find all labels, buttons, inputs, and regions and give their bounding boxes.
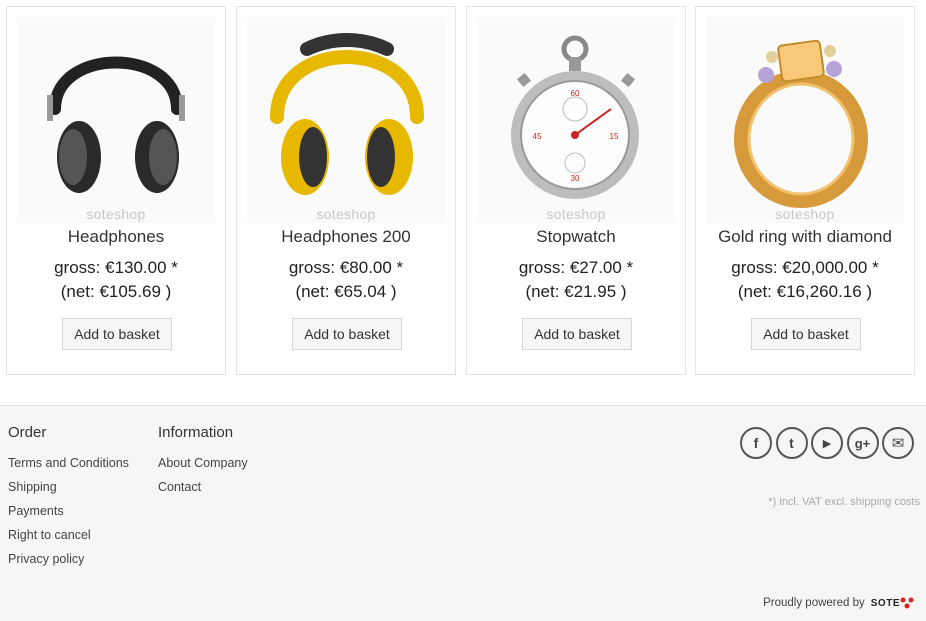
footer-link-right-to-cancel[interactable]: Right to cancel bbox=[8, 527, 129, 543]
net-price: (net: €16,260.16 ) bbox=[737, 282, 873, 301]
gross-price: gross: €130.00 * bbox=[54, 258, 178, 277]
product-card: soteshop Headphones 200 gross: €80.00 * … bbox=[236, 6, 456, 375]
facebook-icon[interactable]: f bbox=[740, 427, 772, 459]
add-to-basket-button[interactable]: Add to basket bbox=[62, 318, 172, 350]
footer-link-about-company[interactable]: About Company bbox=[158, 455, 248, 471]
footer-information-title: Information bbox=[158, 424, 234, 441]
powered-by: Proudly powered by SOTE bbox=[763, 597, 914, 609]
footer-link-privacy-policy[interactable]: Privacy policy bbox=[8, 551, 129, 567]
powered-by-text: Proudly powered by bbox=[763, 597, 865, 609]
add-to-basket-button[interactable]: Add to basket bbox=[751, 318, 861, 350]
product-image[interactable]: soteshop bbox=[17, 17, 215, 223]
mail-icon[interactable]: ✉ bbox=[882, 427, 914, 459]
sote-logo[interactable]: SOTE bbox=[871, 598, 900, 609]
svg-text:60: 60 bbox=[571, 89, 580, 98]
youtube-icon[interactable]: ▶ bbox=[811, 427, 843, 459]
twitter-icon[interactable]: t bbox=[775, 427, 808, 459]
vat-note: *) incl. VAT excl. shipping costs bbox=[768, 496, 920, 508]
product-name[interactable]: Headphones bbox=[7, 227, 225, 247]
net-price: (net: €105.69 ) bbox=[60, 282, 172, 301]
add-to-basket-button[interactable]: Add to basket bbox=[522, 318, 632, 350]
product-image[interactable]: soteshop bbox=[706, 17, 904, 223]
product-image[interactable]: soteshop bbox=[247, 17, 445, 223]
net-price: (net: €65.04 ) bbox=[295, 282, 397, 301]
footer-information-column: Information About Company Contact bbox=[158, 424, 248, 503]
footer-link-contact[interactable]: Contact bbox=[158, 479, 248, 495]
product-card: soteshop Headphones gross: €130.00 * (ne… bbox=[6, 6, 226, 375]
svg-text:30: 30 bbox=[571, 174, 580, 183]
product-card: 60 30 45 15 soteshop Stopwatch gross: €2… bbox=[466, 6, 686, 375]
footer-link-terms[interactable]: Terms and Conditions bbox=[8, 455, 129, 471]
add-to-basket-button[interactable]: Add to basket bbox=[292, 318, 402, 350]
svg-text:15: 15 bbox=[610, 132, 619, 141]
google-plus-icon[interactable]: g+ bbox=[846, 427, 879, 459]
watermark: soteshop bbox=[546, 206, 606, 222]
social-links: f t ▶ g+ ✉ bbox=[740, 427, 918, 459]
footer-link-payments[interactable]: Payments bbox=[8, 503, 129, 519]
product-name[interactable]: Stopwatch bbox=[467, 227, 685, 247]
product-name[interactable]: Headphones 200 bbox=[237, 227, 455, 247]
product-card: soteshop Gold ring with diamond gross: €… bbox=[695, 6, 915, 375]
gross-price: gross: €27.00 * bbox=[518, 258, 634, 277]
watermark: soteshop bbox=[86, 206, 146, 222]
product-image[interactable]: 60 30 45 15 soteshop bbox=[477, 17, 675, 223]
footer-order-column: Order Terms and Conditions Shipping Paym… bbox=[8, 424, 129, 575]
watermark: soteshop bbox=[775, 206, 835, 222]
product-grid: soteshop Headphones gross: €130.00 * (ne… bbox=[0, 0, 926, 405]
net-price: (net: €21.95 ) bbox=[525, 282, 627, 301]
watermark: soteshop bbox=[316, 206, 376, 222]
footer: Order Terms and Conditions Shipping Paym… bbox=[0, 405, 926, 621]
sote-logo-icon bbox=[900, 597, 914, 609]
gross-price: gross: €20,000.00 * bbox=[731, 258, 879, 277]
gross-price: gross: €80.00 * bbox=[288, 258, 404, 277]
product-name[interactable]: Gold ring with diamond bbox=[696, 227, 914, 247]
footer-link-shipping[interactable]: Shipping bbox=[8, 479, 129, 495]
svg-text:45: 45 bbox=[533, 132, 542, 141]
footer-order-title: Order bbox=[8, 424, 47, 441]
